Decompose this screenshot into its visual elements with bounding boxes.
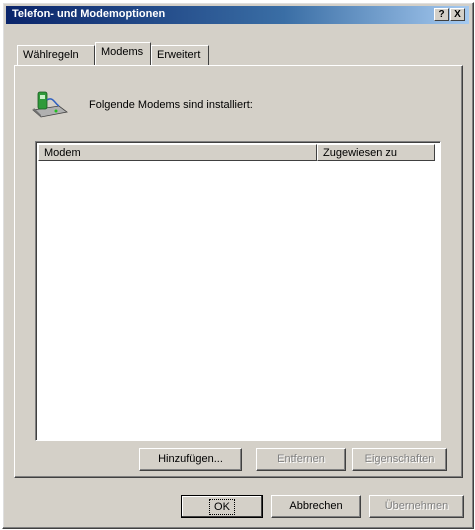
- remove-button-label: Entfernen: [277, 453, 325, 465]
- ok-button[interactable]: OK: [181, 495, 263, 518]
- help-button[interactable]: ?: [434, 8, 449, 21]
- modem-list[interactable]: Modem Zugewiesen zu: [35, 141, 441, 441]
- window-title: Telefon- und Modemoptionen: [12, 8, 166, 20]
- tab-label: Wählregeln: [23, 49, 79, 61]
- cancel-button[interactable]: Abbrechen: [271, 495, 361, 518]
- add-button[interactable]: Hinzufügen...: [139, 448, 242, 471]
- title-bar[interactable]: Telefon- und Modemoptionen ? X: [6, 6, 469, 24]
- tab-waehlregeln[interactable]: Wählregeln: [17, 45, 95, 65]
- tab-erweitert[interactable]: Erweitert: [151, 45, 209, 65]
- properties-button-label: Eigenschaften: [364, 453, 435, 465]
- cancel-button-label: Abbrechen: [289, 500, 343, 512]
- tab-modems[interactable]: Modems: [95, 42, 151, 65]
- modem-icon: [32, 91, 68, 118]
- column-header-assigned-to[interactable]: Zugewiesen zu: [317, 144, 435, 161]
- apply-button[interactable]: Übernehmen: [369, 495, 464, 518]
- add-button-label: Hinzufügen...: [158, 453, 223, 465]
- modems-tab-panel: Folgende Modems sind installiert: Modem …: [14, 65, 463, 478]
- dialog-window: Telefon- und Modemoptionen ? X Wählregel…: [2, 2, 474, 529]
- tab-label: Erweitert: [157, 49, 201, 61]
- ok-button-label: OK: [209, 499, 235, 515]
- installed-modems-caption: Folgende Modems sind installiert:: [89, 99, 253, 111]
- close-button[interactable]: X: [450, 8, 465, 21]
- column-header-modem[interactable]: Modem: [38, 144, 317, 161]
- tab-label: Modems: [101, 46, 144, 58]
- remove-button[interactable]: Entfernen: [256, 448, 346, 471]
- apply-button-label: Übernehmen: [384, 500, 449, 512]
- properties-button[interactable]: Eigenschaften: [352, 448, 447, 471]
